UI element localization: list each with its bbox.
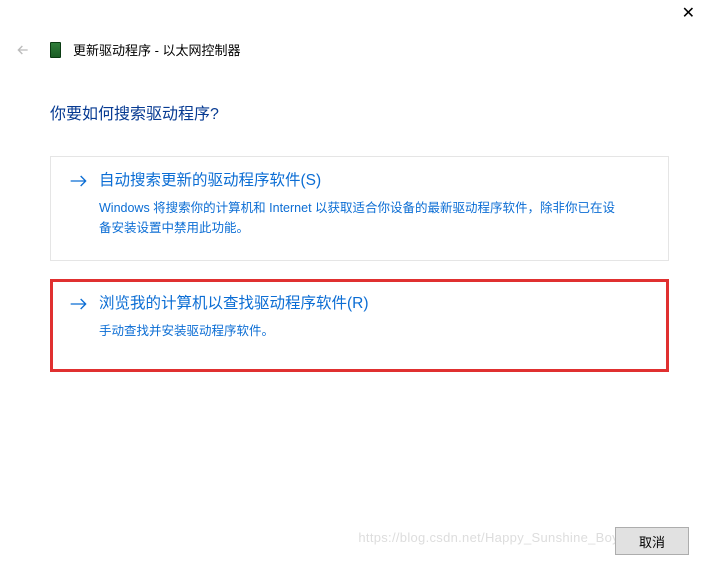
window-title: 更新驱动程序 - 以太网控制器 — [73, 40, 241, 59]
titlebar: ✕ — [0, 0, 709, 28]
option-desc: 手动查找并安装驱动程序软件。 — [99, 321, 619, 341]
option-title: 浏览我的计算机以查找驱动程序软件(R) — [99, 294, 369, 314]
header-row: 更新驱动程序 - 以太网控制器 — [14, 40, 695, 59]
cancel-button[interactable]: 取消 — [615, 527, 689, 555]
arrow-right-icon — [69, 173, 89, 194]
option-desc: Windows 将搜索你的计算机和 Internet 以获取适合你设备的最新驱动… — [99, 198, 619, 238]
watermark-text: https://blog.csdn.net/Happy_Sunshine_Boy — [358, 530, 619, 545]
options-list: 自动搜索更新的驱动程序软件(S) Windows 将搜索你的计算机和 Inter… — [50, 156, 669, 390]
option-title: 自动搜索更新的驱动程序软件(S) — [99, 171, 321, 191]
arrow-right-icon — [69, 296, 89, 317]
option-auto-search[interactable]: 自动搜索更新的驱动程序软件(S) Windows 将搜索你的计算机和 Inter… — [50, 156, 669, 261]
footer: 取消 — [615, 527, 689, 555]
device-icon — [50, 42, 61, 58]
back-arrow-icon — [14, 41, 32, 59]
page-question: 你要如何搜索驱动程序? — [50, 100, 219, 124]
option-browse-computer[interactable]: 浏览我的计算机以查找驱动程序软件(R) 手动查找并安装驱动程序软件。 — [50, 279, 669, 372]
close-icon[interactable]: ✕ — [682, 6, 695, 22]
